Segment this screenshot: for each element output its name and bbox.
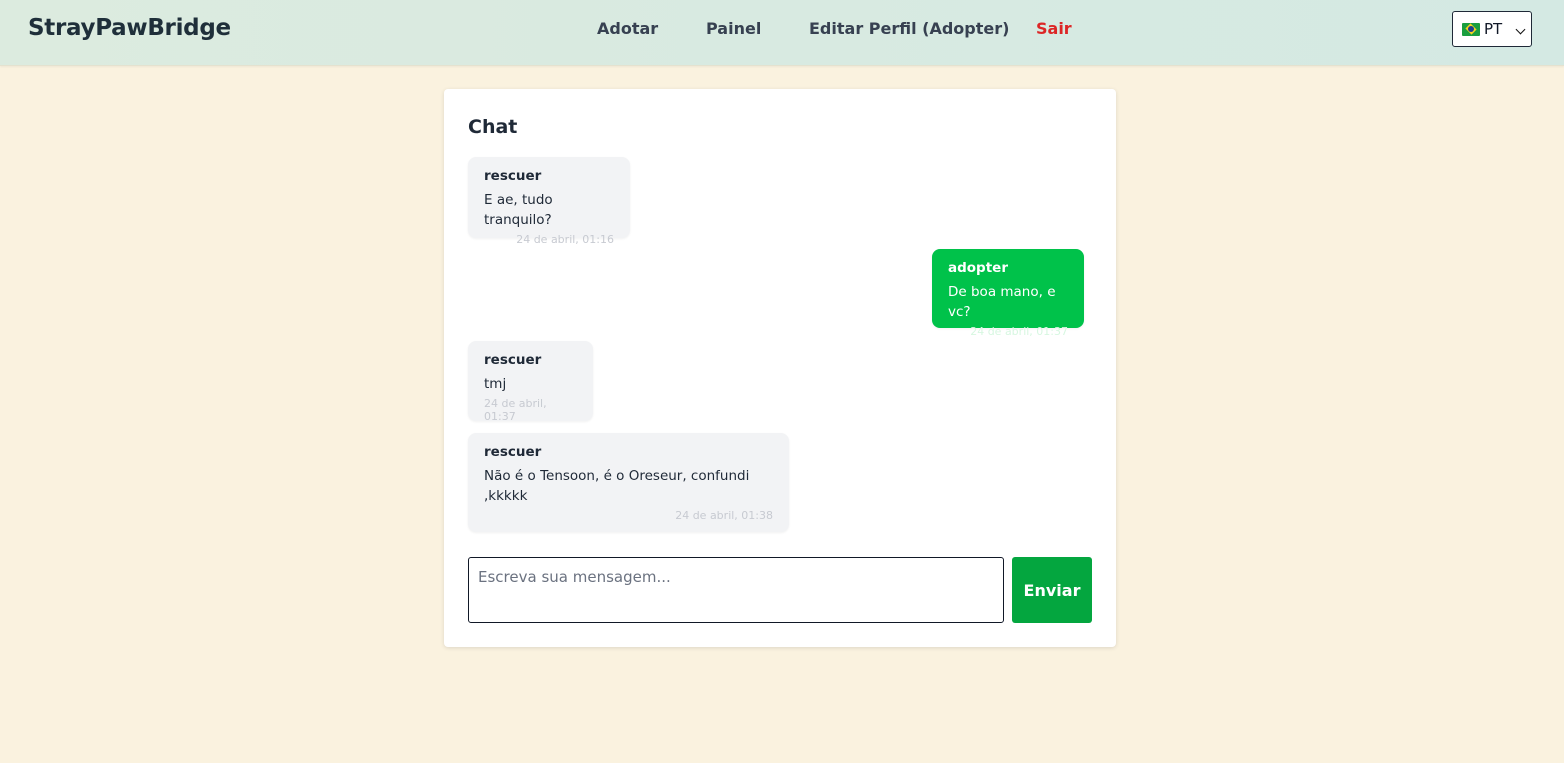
- message-timestamp: 24 de abril, 01:38: [675, 509, 773, 522]
- top-navbar: StrayPawBridge Adotar Painel Editar Perf…: [0, 0, 1564, 66]
- message-author: adopter: [948, 260, 1008, 276]
- language-selected-value: PT: [1484, 20, 1503, 38]
- message-author: rescuer: [484, 352, 542, 368]
- chat-title: Chat: [468, 116, 518, 138]
- message-bubble-incoming: rescuer E ae, tudo tranquilo? 24 de abri…: [468, 157, 630, 246]
- nav-link-edit-profile[interactable]: Editar Perfil (Adopter): [809, 19, 1009, 38]
- message-text: Não é o Tensoon, é o Oreseur, confundi ,…: [484, 468, 750, 504]
- nav-link-logout[interactable]: Sair: [1036, 19, 1072, 38]
- message-author: rescuer: [484, 444, 542, 460]
- nav-link-adotar[interactable]: Adotar: [597, 19, 658, 38]
- message-timestamp: 24 de abril, 01:37: [970, 325, 1068, 338]
- message-text: tmj: [484, 376, 507, 392]
- message-input[interactable]: [468, 557, 1004, 623]
- message-author: rescuer: [484, 168, 542, 184]
- nav-links: Adotar Painel Editar Perfil (Adopter) Sa…: [0, 19, 1564, 41]
- message-text: E ae, tudo tranquilo?: [484, 192, 553, 228]
- chat-card: Chat rescuer E ae, tudo tranquilo? 24 de…: [444, 89, 1116, 647]
- brazil-flag-icon: [1462, 22, 1480, 36]
- message-text: De boa mano, e vc?: [948, 284, 1056, 320]
- nav-link-painel[interactable]: Painel: [706, 19, 761, 38]
- send-button[interactable]: Enviar: [1012, 557, 1092, 623]
- message-timestamp: 24 de abril, 01:16: [516, 233, 614, 246]
- language-select[interactable]: PT: [1452, 11, 1532, 47]
- chevron-down-icon: [1515, 24, 1526, 35]
- message-bubble-incoming: rescuer Não é o Tensoon, é o Oreseur, co…: [468, 433, 789, 532]
- message-bubble-outgoing: adopter De boa mano, e vc? 24 de abril, …: [932, 249, 1084, 338]
- message-bubble-incoming: rescuer tmj 24 de abril, 01:37: [468, 341, 593, 423]
- message-timestamp: 24 de abril, 01:37: [484, 397, 547, 423]
